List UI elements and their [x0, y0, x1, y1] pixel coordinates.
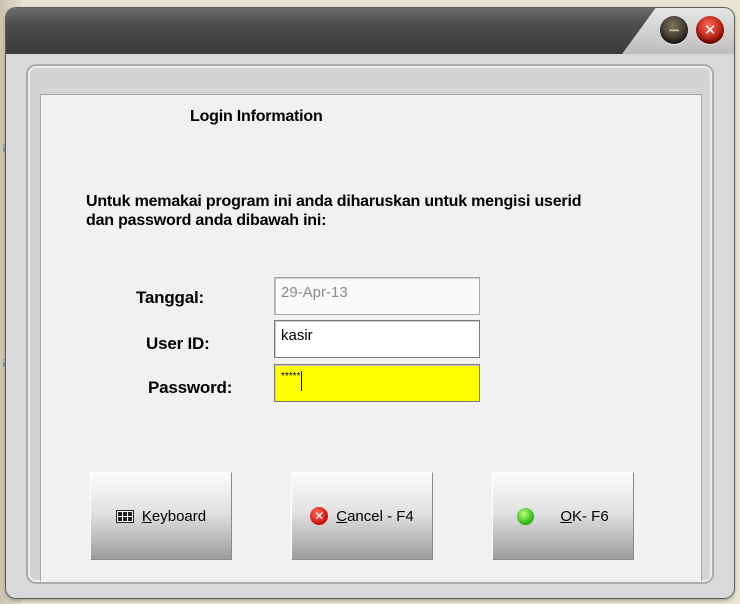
- instruction-line: dan password anda dibawah ini:: [86, 212, 327, 229]
- userid-field[interactable]: kasir: [274, 320, 480, 358]
- password-field[interactable]: *****: [274, 364, 480, 402]
- tanggal-field[interactable]: 29-Apr-13: [274, 277, 480, 315]
- cancel-button-label: Cancel - F4: [336, 507, 414, 525]
- ok-button[interactable]: OK- F6: [492, 472, 634, 560]
- userid-label: User ID:: [146, 334, 210, 353]
- ok-button-label: OK- F6: [560, 507, 609, 525]
- keyboard-icon: [115, 509, 134, 523]
- password-label: Password:: [148, 378, 233, 397]
- login-heading: Login Information: [190, 108, 323, 125]
- cancel-icon: ✕: [310, 507, 329, 525]
- ok-indicator-icon: [517, 507, 535, 525]
- tanggal-label: Tanggal:: [136, 288, 204, 307]
- text-caret: [301, 371, 303, 391]
- title-bar[interactable]: − ✕: [6, 8, 734, 54]
- keyboard-button[interactable]: Keyboard: [90, 472, 232, 560]
- login-instructions: Untuk memakai program ini anda diharuska…: [86, 192, 716, 230]
- keyboard-button-label: Keyboard: [141, 507, 207, 525]
- instruction-line: Untuk memakai program ini anda diharuska…: [86, 193, 582, 210]
- close-icon[interactable]: ✕: [696, 16, 724, 44]
- cancel-button[interactable]: ✕ Cancel - F4: [291, 472, 433, 560]
- minimize-icon[interactable]: −: [660, 16, 688, 44]
- password-mask: *****: [281, 371, 301, 382]
